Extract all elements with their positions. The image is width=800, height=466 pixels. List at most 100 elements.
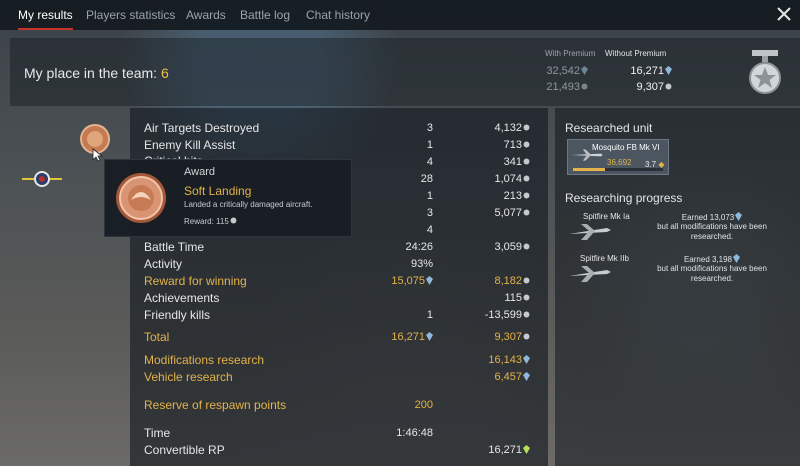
row-count-5: 1 [426,190,433,202]
total-value-text: 9,307 [494,331,522,343]
silver-lions-icon [523,141,530,148]
row-value-text: 8,182 [494,275,522,287]
rp-icon [426,276,433,285]
raf-roundel-icon [22,171,62,187]
row-value-text: 713 [503,139,522,151]
soft-landing-award-icon [116,173,166,223]
silver-lions-icon [523,243,530,250]
row-value-text: 341 [503,156,522,168]
row-value-text: 4,132 [494,122,522,134]
row-value-critical-hits: 341 [460,156,530,168]
tooltip-title: Award [184,166,215,178]
rank-diamond-icon: ◆ [658,160,665,169]
row-count-4: 28 [420,173,433,185]
research-item-note: but all modifications have been research… [657,264,767,283]
tab-awards[interactable]: Awards [186,0,226,30]
researched-unit-rp-text: 36,692 [607,158,632,167]
research-item-earned-text: Earned 13,073 [681,213,735,222]
silver-lions-icon [523,277,530,284]
row-label-kill-assist: Enemy Kill Assist [144,138,236,152]
silver-lions-icon [230,217,237,224]
silver-lions-icon [523,124,530,131]
row-label-activity: Activity [144,257,183,271]
tab-chat-history[interactable]: Chat history [306,0,370,30]
row-value-text: 1,074 [494,173,522,185]
mod-research-label: Modifications research [144,353,265,367]
silver-lions-icon [581,83,588,90]
row-value-air-targets: 4,132 [460,122,530,134]
time-label: Time [144,426,171,440]
silver-lions-icon [523,311,530,318]
row-count-6: 3 [426,207,433,219]
convertible-rp-value: 16,271 [460,444,530,456]
research-item-earned-text: Earned 3,198 [683,255,733,264]
research-item-name: Spitfire Mk Ia [583,212,630,221]
row-value-text: 5,077 [494,207,522,219]
row-count-friendly-kills: 1 [426,309,433,321]
row-count-reward-winning: 15,075 [373,275,433,287]
free-rp-icon [523,445,530,454]
silver-lions-icon [523,333,530,340]
team-place: My place in the team: 6 [24,65,169,81]
row-value-reward-winning: 8,182 [460,275,530,287]
researched-unit-name: Mosquito FB Mk VI [592,143,660,152]
row-label-battle-time: Battle Time [144,240,205,254]
row-label-friendly-kills: Friendly kills [144,308,211,322]
research-item-earned: Earned 3,198 [642,254,782,264]
researched-unit-rp: 36,692 [607,158,631,167]
total-label: Total [144,330,170,344]
medal-icon [749,50,781,94]
close-icon[interactable] [776,6,792,22]
silver-lions-icon [523,294,530,301]
silver-lions-icon [523,192,530,199]
researched-unit-br: 3.7 ◆ [645,160,665,169]
row-value-5: 213 [460,190,530,202]
without-premium-sl: 16,271 [616,65,672,77]
with-premium-sl-value: 32,542 [546,65,580,77]
researched-unit-title: Researched unit [565,121,653,135]
convertible-rp-text: 16,271 [488,444,522,456]
rp-icon [733,254,741,263]
spitfire-iib-plane-icon [569,266,611,282]
row-count-kill-assist: 1 [426,139,433,151]
tab-my-results[interactable]: My results [18,0,73,30]
convertible-rp-label: Convertible RP [144,443,225,457]
row-count-text: 15,075 [391,275,425,287]
row-count-air-targets: 3 [426,122,433,134]
row-value-4: 1,074 [460,173,530,185]
tab-battle-log[interactable]: Battle log [240,0,290,30]
rp-icon [523,355,530,364]
row-count-battle-time: 24:26 [405,241,433,253]
vehicle-research-value: 6,457 [460,371,530,383]
research-item-name: Spitfire Mk IIb [580,254,629,263]
mod-research-value: 16,143 [460,354,530,366]
with-premium-label: With Premium [545,49,596,58]
total-value: 9,307 [460,331,530,343]
row-value-achievements: 115 [460,292,530,304]
row-count-7: 4 [426,224,433,236]
reserve-value: 200 [414,399,433,411]
researching-progress-title: Researching progress [565,191,683,205]
without-premium-label: Without Premium [605,49,667,58]
team-place-value: 6 [160,65,169,81]
without-premium-rp: 9,307 [616,81,672,93]
spitfire-ia-plane-icon [569,224,611,240]
with-premium-rp-value: 21,493 [546,81,580,93]
silver-lions-icon [523,175,530,182]
row-value-friendly-kills: -13,599 [460,309,530,321]
row-count-activity: 93% [410,258,433,270]
award-name: Soft Landing [184,184,252,198]
with-premium-sl: 32,542 [532,65,588,77]
research-item-earned: Earned 13,073 [642,212,782,222]
research-item-note: but all modifications have been research… [657,222,767,241]
row-label-achievements: Achievements [144,291,220,305]
rp-icon [426,332,433,341]
rp-icon [665,66,672,75]
team-place-label: My place in the team: [24,65,158,81]
tab-players-statistics[interactable]: Players statistics [86,0,175,30]
time-value: 1:46:48 [396,427,433,439]
silver-lions-icon [523,209,530,216]
without-premium-rp-value: 9,307 [636,81,664,93]
rp-icon [735,212,743,221]
researched-unit-br-text: 3.7 [645,160,657,169]
